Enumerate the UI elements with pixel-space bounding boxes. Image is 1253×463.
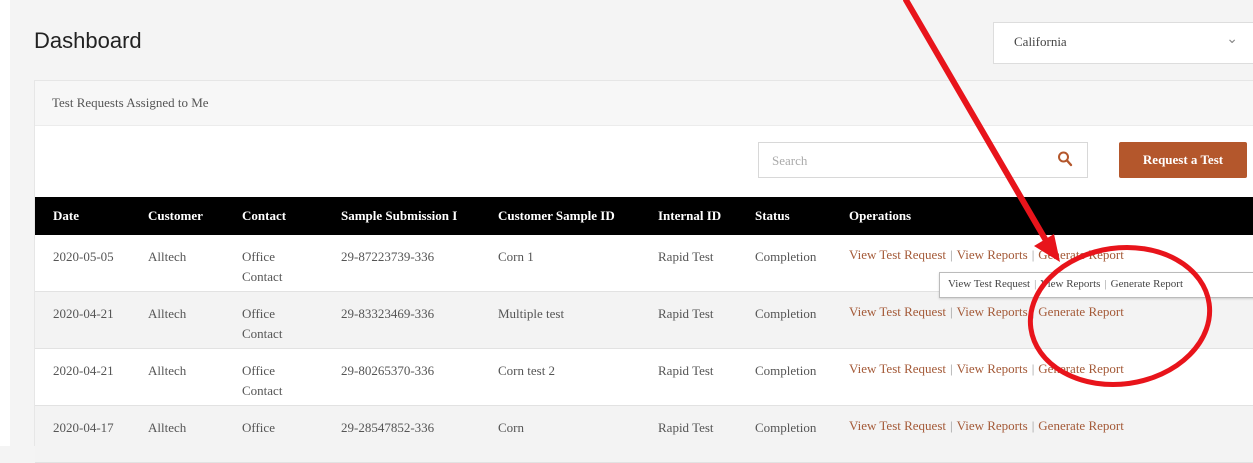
header-status[interactable]: Status bbox=[755, 208, 790, 224]
panel-heading: Test Requests Assigned to Me bbox=[35, 81, 1253, 126]
cell-operations: View Test Request | View Reports | Generate … bbox=[849, 418, 1124, 434]
tooltip-view-test-request: View Test Request bbox=[948, 278, 1031, 290]
contact-line-1: Office bbox=[242, 306, 275, 321]
view-reports-link[interactable]: View Reports bbox=[957, 304, 1028, 319]
cell-sample-id: Corn 1 bbox=[498, 249, 534, 264]
cell-contact: Office bbox=[242, 420, 275, 435]
chevron-down-icon: ⌄ bbox=[1226, 32, 1238, 47]
cell-sample-id: Multiple test bbox=[498, 306, 565, 321]
cell-status: Completion bbox=[755, 249, 817, 264]
cell-contact: Office Contact bbox=[242, 304, 282, 344]
cell-status: Completion bbox=[755, 420, 817, 435]
tooltip-view-reports: View Reports bbox=[1040, 278, 1101, 290]
cell-contact: Office Contact bbox=[242, 361, 282, 401]
cell-operations: View Test Request | View Reports | Generate … bbox=[849, 247, 1124, 263]
test-requests-panel: Test Requests Assigned to Me Search Requ… bbox=[34, 80, 1253, 463]
header-operations: Operations bbox=[849, 208, 912, 223]
cell-sample-id: Corn bbox=[498, 420, 524, 435]
request-test-button[interactable]: Request a Test bbox=[1119, 142, 1247, 178]
contact-line-2: Contact bbox=[242, 326, 283, 341]
view-test-request-link[interactable]: View Test Request bbox=[849, 247, 946, 262]
header-contact[interactable]: Contact bbox=[242, 208, 286, 224]
view-test-request-link[interactable]: View Test Request bbox=[849, 361, 946, 376]
cell-customer: Alltech bbox=[148, 363, 187, 378]
separator: | bbox=[1031, 361, 1035, 376]
separator: | bbox=[950, 361, 953, 376]
view-test-request-link[interactable]: View Test Request bbox=[849, 418, 946, 433]
generate-report-link[interactable]: Generate Report bbox=[1038, 418, 1124, 433]
search-input[interactable]: Search bbox=[758, 142, 1088, 178]
generate-report-link[interactable]: Generate Report bbox=[1038, 247, 1124, 262]
separator: | bbox=[950, 247, 953, 262]
separator: | bbox=[1031, 418, 1035, 433]
page-title: Dashboard bbox=[34, 28, 142, 53]
cell-customer: Alltech bbox=[148, 420, 187, 435]
view-test-request-link[interactable]: View Test Request bbox=[849, 304, 946, 319]
cell-sample-id: Corn test 2 bbox=[498, 363, 556, 378]
header-customer-sample-id[interactable]: Customer Sample ID bbox=[498, 208, 615, 224]
cell-contact: Office Contact bbox=[242, 247, 282, 287]
separator: | bbox=[950, 304, 953, 319]
cell-internal-id: Rapid Test bbox=[658, 420, 714, 435]
cell-customer: Alltech bbox=[148, 306, 187, 321]
generate-report-link[interactable]: Generate Report bbox=[1038, 361, 1124, 376]
cell-internal-id: Rapid Test bbox=[658, 306, 714, 321]
cell-operations: View Test Request | View Reports | Generate … bbox=[849, 361, 1124, 377]
generate-report-link[interactable]: Generate Report bbox=[1038, 304, 1124, 319]
cell-submission: 29-80265370-336 bbox=[341, 363, 435, 378]
contact-line-1: Office bbox=[242, 363, 275, 378]
cell-submission: 29-87223739-336 bbox=[341, 249, 435, 264]
cell-date: 2020-04-17 bbox=[53, 420, 114, 435]
header-customer[interactable]: Customer bbox=[148, 208, 203, 224]
separator: | bbox=[950, 418, 953, 433]
search-icon[interactable] bbox=[1057, 150, 1073, 173]
separator: | bbox=[1034, 278, 1037, 290]
left-margin bbox=[0, 0, 10, 446]
cell-date: 2020-05-05 bbox=[53, 249, 114, 264]
table-row: 2020-04-17 Alltech Office 29-28547852-33… bbox=[35, 406, 1253, 463]
cell-submission: 29-83323469-336 bbox=[341, 306, 435, 321]
cell-internal-id: Rapid Test bbox=[658, 363, 714, 378]
separator: | bbox=[1104, 278, 1107, 290]
header-internal-id[interactable]: Internal ID bbox=[658, 208, 721, 224]
table-row: 2020-04-21 Alltech Office Contact 29-8332… bbox=[35, 292, 1253, 349]
cell-date: 2020-04-21 bbox=[53, 306, 114, 321]
cell-operations: View Test Request | View Reports | Generate … bbox=[849, 304, 1124, 320]
cell-status: Completion bbox=[755, 306, 817, 321]
contact-line-2: Contact bbox=[242, 383, 283, 398]
state-select[interactable]: California ⌄ bbox=[993, 22, 1253, 64]
operations-tooltip: View Test Request | View Reports | Generate … bbox=[939, 272, 1253, 298]
cell-date: 2020-04-21 bbox=[53, 363, 114, 378]
table-row: 2020-04-21 Alltech Office Contact 29-8026… bbox=[35, 349, 1253, 406]
cell-internal-id: Rapid Test bbox=[658, 249, 714, 264]
tooltip-generate-report: Generate Report bbox=[1110, 278, 1184, 290]
view-reports-link[interactable]: View Reports bbox=[957, 418, 1028, 433]
contact-line-1: Office bbox=[242, 249, 275, 264]
search-placeholder: Search bbox=[772, 153, 808, 168]
separator: | bbox=[1031, 304, 1035, 319]
cell-status: Completion bbox=[755, 363, 817, 378]
state-select-value: California bbox=[1014, 34, 1067, 49]
contact-line-2: Contact bbox=[242, 269, 283, 284]
view-reports-link[interactable]: View Reports bbox=[957, 247, 1028, 262]
cell-customer: Alltech bbox=[148, 249, 187, 264]
separator: | bbox=[1031, 247, 1035, 262]
header-date[interactable]: Date bbox=[53, 208, 79, 224]
cell-submission: 29-28547852-336 bbox=[341, 420, 435, 435]
header-sample-submission[interactable]: Sample Submission I bbox=[341, 208, 493, 224]
view-reports-link[interactable]: View Reports bbox=[957, 361, 1028, 376]
table-header: Date Customer Contact Sample Submission … bbox=[35, 197, 1253, 235]
